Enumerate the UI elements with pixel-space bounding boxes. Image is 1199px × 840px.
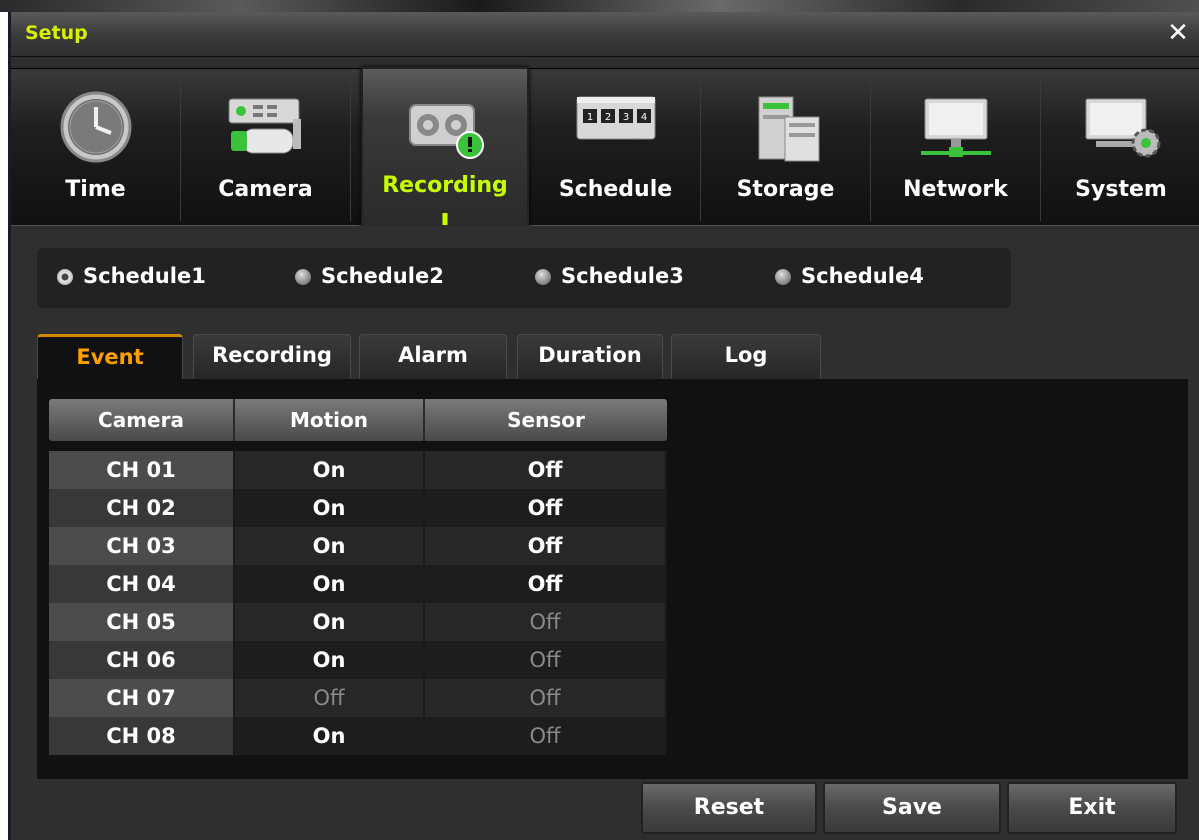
radio-schedule2[interactable]: Schedule2 xyxy=(295,264,444,292)
radio-schedule1[interactable]: Schedule1 xyxy=(57,264,206,292)
sensor-cell[interactable]: Off xyxy=(425,641,667,679)
menu-item-camera[interactable]: Camera xyxy=(181,71,351,221)
radio-unchecked-icon xyxy=(775,269,791,285)
svg-text:3: 3 xyxy=(622,112,628,123)
camera-cell: CH 02 xyxy=(49,489,235,527)
motion-cell[interactable]: On xyxy=(235,603,425,641)
camera-cell: CH 03 xyxy=(49,527,235,565)
tab-duration[interactable]: Duration xyxy=(517,334,663,380)
menu-item-time[interactable]: Time xyxy=(11,71,181,221)
save-button[interactable]: Save xyxy=(823,782,1001,834)
motion-cell[interactable]: On xyxy=(235,565,425,603)
radio-label: Schedule3 xyxy=(561,264,684,288)
radio-unchecked-icon xyxy=(295,269,311,285)
motion-cell[interactable]: Off xyxy=(235,679,425,717)
camera-cell: CH 01 xyxy=(49,451,235,489)
sensor-cell[interactable]: Off xyxy=(425,489,667,527)
column-header-motion: Motion xyxy=(235,399,425,441)
radio-schedule4[interactable]: Schedule4 xyxy=(775,264,924,292)
menu-label: Recording xyxy=(382,173,508,198)
window-title: Setup xyxy=(25,22,88,44)
exit-button[interactable]: Exit xyxy=(1007,782,1177,834)
setup-dialog: Setup ✕ Time Camera Recording 1 2 3 4 Sc… xyxy=(8,12,1199,840)
sensor-cell[interactable]: Off xyxy=(425,451,667,489)
camera-cell: CH 07 xyxy=(49,679,235,717)
camera-cell: CH 06 xyxy=(49,641,235,679)
sensor-cell[interactable]: Off xyxy=(425,717,667,755)
table-row: CH 07 Off Off xyxy=(49,679,667,717)
menu-label: Storage xyxy=(736,177,835,202)
tab-log[interactable]: Log xyxy=(671,334,821,380)
tab-recording[interactable]: Recording xyxy=(193,334,351,380)
table-body: CH 01 On Off CH 02 On Off CH 03 On Off C… xyxy=(49,451,667,755)
menu-item-recording[interactable]: Recording xyxy=(361,67,529,229)
menu-item-system[interactable]: System xyxy=(1041,71,1199,221)
radio-label: Schedule1 xyxy=(83,264,206,288)
table-row: CH 06 On Off xyxy=(49,641,667,679)
table-row: CH 01 On Off xyxy=(49,451,667,489)
menu-label: Network xyxy=(903,177,1008,202)
tab-alarm[interactable]: Alarm xyxy=(359,334,507,380)
svg-text:4: 4 xyxy=(640,112,646,123)
radio-unchecked-icon xyxy=(535,269,551,285)
schedule-selector: Schedule1 Schedule2 Schedule3 Schedule4 xyxy=(37,248,1011,308)
event-panel: Camera Motion Sensor CH 01 On Off CH 02 … xyxy=(37,379,1188,779)
tab-bar: Event Recording Alarm Duration Log xyxy=(37,334,837,382)
radio-label: Schedule4 xyxy=(801,264,924,288)
radio-schedule3[interactable]: Schedule3 xyxy=(535,264,684,292)
camera-icon xyxy=(228,98,301,154)
table-header: Camera Motion Sensor xyxy=(49,399,667,441)
background-video-strip xyxy=(0,0,1199,12)
title-bar: Setup ✕ xyxy=(11,12,1199,57)
menu-item-storage[interactable]: Storage xyxy=(701,71,871,221)
sensor-cell[interactable]: Off xyxy=(425,565,667,603)
column-header-camera: Camera xyxy=(49,399,235,441)
system-icon xyxy=(1085,98,1161,158)
reset-button[interactable]: Reset xyxy=(641,782,817,834)
table-row: CH 02 On Off xyxy=(49,489,667,527)
menu-item-network[interactable]: Network xyxy=(871,71,1041,221)
category-menu: Time Camera Recording 1 2 3 4 Schedule S… xyxy=(11,67,1199,229)
svg-text:2: 2 xyxy=(604,112,610,123)
recording-icon xyxy=(409,104,484,159)
network-icon xyxy=(920,98,991,157)
clock-icon xyxy=(60,91,131,163)
menu-label: Time xyxy=(65,177,126,202)
sensor-cell[interactable]: Off xyxy=(425,527,667,565)
radio-checked-icon xyxy=(57,269,73,285)
camera-cell: CH 04 xyxy=(49,565,235,603)
motion-cell[interactable]: On xyxy=(235,641,425,679)
sensor-cell[interactable]: Off xyxy=(425,603,667,641)
motion-cell[interactable]: On xyxy=(235,489,425,527)
motion-cell[interactable]: On xyxy=(235,527,425,565)
camera-cell: CH 05 xyxy=(49,603,235,641)
table-row: CH 04 On Off xyxy=(49,565,667,603)
svg-text:1: 1 xyxy=(586,112,592,123)
active-indicator xyxy=(442,213,448,225)
motion-cell[interactable]: On xyxy=(235,717,425,755)
settings-content: Schedule1 Schedule2 Schedule3 Schedule4 … xyxy=(11,226,1199,840)
menu-label: System xyxy=(1075,177,1167,202)
table-row: CH 03 On Off xyxy=(49,527,667,565)
motion-cell[interactable]: On xyxy=(235,451,425,489)
event-table: Camera Motion Sensor CH 01 On Off CH 02 … xyxy=(49,399,667,755)
sensor-cell[interactable]: Off xyxy=(425,679,667,717)
close-icon[interactable]: ✕ xyxy=(1163,18,1193,48)
table-row: CH 05 On Off xyxy=(49,603,667,641)
tab-event[interactable]: Event xyxy=(37,334,183,382)
camera-cell: CH 08 xyxy=(49,717,235,755)
storage-icon xyxy=(758,96,819,162)
menu-item-schedule[interactable]: 1 2 3 4 Schedule xyxy=(531,71,701,221)
schedule-icon: 1 2 3 4 xyxy=(576,96,655,140)
column-header-sensor: Sensor xyxy=(507,408,585,432)
table-row: CH 08 On Off xyxy=(49,717,667,755)
menu-label: Camera xyxy=(218,177,313,202)
radio-label: Schedule2 xyxy=(321,264,444,288)
menu-label: Schedule xyxy=(558,177,673,202)
